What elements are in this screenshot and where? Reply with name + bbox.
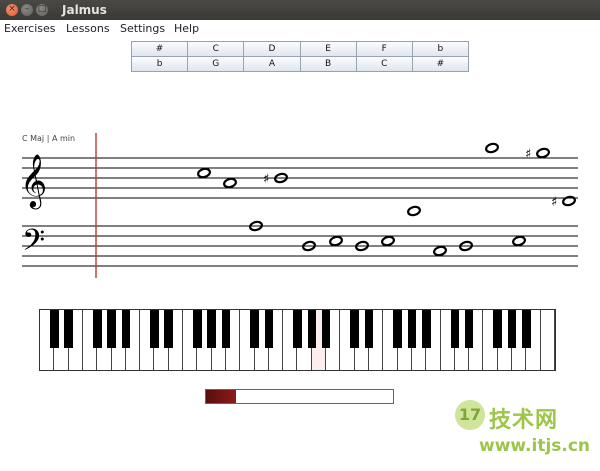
- whole-note: [381, 235, 395, 247]
- piano-black-key[interactable]: [464, 310, 474, 348]
- sharp-icon: ♯: [525, 147, 531, 162]
- flat-button[interactable]: b: [412, 42, 468, 56]
- piano-black-key[interactable]: [207, 310, 216, 348]
- whole-note: [223, 177, 237, 189]
- note-f-button[interactable]: F: [356, 42, 412, 56]
- piano-black-key[interactable]: [350, 310, 359, 348]
- progress-fill: [206, 390, 236, 403]
- menu-settings[interactable]: Settings: [120, 22, 165, 35]
- piano-black-key[interactable]: [507, 310, 517, 348]
- close-window-button[interactable]: ×: [6, 4, 18, 16]
- piano-black-key[interactable]: [150, 310, 159, 348]
- piano-keyboard[interactable]: [39, 309, 556, 371]
- menu-lessons[interactable]: Lessons: [66, 22, 110, 35]
- sharp-icon: ♯: [551, 195, 557, 210]
- piano-black-key[interactable]: [407, 310, 417, 348]
- menu-help[interactable]: Help: [174, 22, 199, 35]
- treble-clef-icon: 𝄞: [20, 153, 47, 209]
- piano-black-key[interactable]: [221, 310, 231, 348]
- piano-black-key[interactable]: [164, 310, 174, 348]
- maximize-window-button[interactable]: □: [36, 4, 48, 16]
- sharp-button[interactable]: #: [132, 42, 188, 56]
- note-g-button[interactable]: G: [188, 57, 244, 71]
- piano-black-key[interactable]: [107, 310, 116, 348]
- piano-black-key[interactable]: [264, 310, 274, 348]
- note-e-button[interactable]: E: [300, 42, 356, 56]
- flat-button-2[interactable]: b: [132, 57, 188, 71]
- piano-black-key[interactable]: [121, 310, 131, 348]
- whole-note: [407, 205, 421, 217]
- watermark-name: 技术网: [489, 408, 559, 433]
- piano-black-key[interactable]: [64, 310, 73, 348]
- watermark: 17 技术网 www.itjs.cn: [455, 400, 595, 466]
- whole-note: [197, 167, 211, 179]
- title-bar: × – □ Jalmus: [0, 0, 600, 20]
- watermark-logo-icon: 17: [455, 400, 485, 430]
- bass-clef-icon: 𝄢: [22, 224, 45, 265]
- note-button-grid: # C D E F b b G A B C #: [131, 41, 469, 72]
- piano-black-key[interactable]: [50, 310, 59, 348]
- piano-white-key[interactable]: [540, 310, 555, 370]
- note-c2-button[interactable]: C: [356, 57, 412, 71]
- note-c-button[interactable]: C: [188, 42, 244, 56]
- minimize-window-button[interactable]: –: [21, 4, 33, 16]
- piano-black-key[interactable]: [364, 310, 374, 348]
- note-b-button[interactable]: B: [300, 57, 356, 71]
- note-d-button[interactable]: D: [244, 42, 300, 56]
- whole-note: [433, 245, 447, 257]
- piano-black-key[interactable]: [307, 310, 317, 348]
- piano-black-key[interactable]: [450, 310, 460, 348]
- piano-black-key[interactable]: [250, 310, 259, 348]
- piano-black-key[interactable]: [321, 310, 331, 348]
- menu-exercises[interactable]: Exercises: [4, 22, 56, 35]
- progress-bar: [205, 389, 394, 404]
- sharp-button-2[interactable]: #: [412, 57, 468, 71]
- piano-black-key[interactable]: [193, 310, 202, 348]
- whole-note: [536, 147, 550, 159]
- music-staff: 𝄞 𝄢 ♯ ♯ ♯: [20, 133, 578, 278]
- piano-black-key[interactable]: [92, 310, 102, 348]
- whole-note: [562, 195, 576, 207]
- watermark-url: www.itjs.cn: [479, 436, 591, 456]
- piano-black-key[interactable]: [493, 310, 503, 348]
- whole-note: [485, 142, 499, 154]
- whole-note: [329, 235, 343, 247]
- note-a-button[interactable]: A: [244, 57, 300, 71]
- piano-black-key[interactable]: [421, 310, 431, 348]
- piano-black-key[interactable]: [393, 310, 402, 348]
- sharp-icon: ♯: [263, 172, 269, 187]
- window-title: Jalmus: [62, 3, 107, 17]
- whole-note: [512, 235, 526, 247]
- piano-black-key[interactable]: [522, 310, 531, 348]
- menu-bar: Exercises Lessons Settings Help: [0, 20, 600, 37]
- piano-black-key[interactable]: [293, 310, 302, 348]
